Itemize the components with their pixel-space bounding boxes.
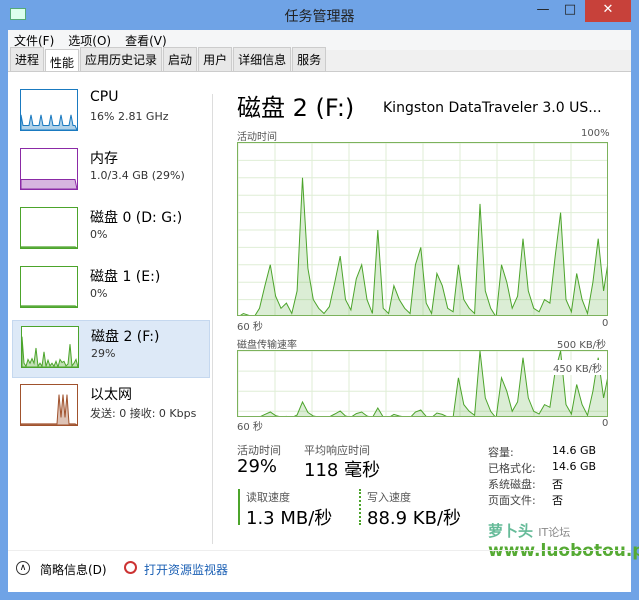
write-marker — [359, 489, 361, 525]
menu-item[interactable]: 文件(F) — [14, 32, 54, 48]
graph2-right: 0 — [602, 418, 609, 429]
tab-3[interactable]: 启动 — [163, 47, 198, 71]
prop-label: 页面文件: — [488, 494, 536, 507]
prop-value: 14.6 GB — [552, 444, 597, 457]
tab-bar: 进程 性能 应用历史记录 启动 用户 详细信息 服务 — [8, 47, 631, 72]
tab-6[interactable]: 服务 — [292, 47, 327, 71]
graph1-left: 60 秒 — [237, 322, 263, 333]
chevron-up-icon[interactable]: ∧ — [16, 561, 30, 575]
close-button[interactable]: ✕ — [585, 0, 631, 22]
client-area: 文件(F) 选项(O) 查看(V) 进程 性能 应用历史记录 启动 用户 详细信息 服务 CPU… — [8, 30, 639, 592]
thumb-series — [20, 394, 79, 426]
write-label: 写入速度 — [367, 491, 411, 504]
sidebar-item-sub: 16% 2.81 GHz — [90, 110, 169, 123]
graph2-label: 磁盘传输速率 — [237, 340, 297, 351]
sidebar-item-sub: 29% — [91, 347, 116, 360]
graph1-label: 活动时间 — [237, 132, 277, 143]
open-resource-monitor-link[interactable]: 打开资源监视器 — [144, 561, 228, 578]
sidebar-item[interactable]: 磁盘 1 (E:) 0% — [12, 261, 210, 319]
sidebar-item-name: CPU — [90, 89, 119, 105]
thumb-series — [20, 246, 79, 249]
read-value: 1.3 MB/秒 — [246, 508, 333, 529]
prop-label: 已格式化: — [488, 462, 536, 475]
sidebar-item-name: 磁盘 0 (D: G:) — [90, 210, 183, 226]
activity-graph — [237, 142, 608, 316]
tab-1[interactable]: 性能 — [45, 49, 80, 71]
menu-item[interactable]: 查看(V) — [125, 32, 167, 48]
resource-monitor-icon — [124, 561, 137, 574]
sidebar-item-name: 磁盘 2 (F:) — [91, 329, 160, 345]
prop-value: 否 — [552, 478, 563, 491]
thumb-series — [20, 179, 78, 190]
thumbnail-graph — [20, 207, 79, 249]
divider — [212, 94, 213, 544]
sidebar-item-sub: 0% — [90, 228, 108, 241]
minimize-button[interactable]: — — [530, 0, 556, 22]
thumbnail-graph — [20, 266, 79, 308]
sidebar: CPU 16% 2.81 GHz 内存 1.0/3.4 GB (29%) 磁盘 0 (D… — [12, 84, 210, 438]
read-label: 读取速度 — [246, 491, 290, 504]
tab-4[interactable]: 用户 — [198, 47, 233, 71]
resp-value: 118 毫秒 — [304, 460, 381, 481]
menu-item[interactable]: 选项(O) — [68, 32, 111, 48]
sidebar-item-sub: 0% — [90, 287, 108, 300]
device-name: Kingston DataTraveler 3.0 US... — [383, 100, 602, 116]
sidebar-item-sub: 发送: 0 接收: 0 Kbps — [90, 407, 197, 420]
graph1-max: 100% — [581, 128, 610, 139]
graph1-right: 0 — [602, 318, 609, 329]
graph2-max: 500 KB/秒 — [557, 340, 607, 351]
thumbnail-graph — [20, 384, 79, 426]
maximize-button[interactable]: □ — [557, 0, 583, 22]
sidebar-item[interactable]: CPU 16% 2.81 GHz — [12, 84, 210, 142]
graph2-marker: 450 KB/秒 — [553, 360, 603, 375]
thumb-series — [21, 336, 79, 369]
sidebar-item[interactable]: 磁盘 2 (F:) 29% — [12, 320, 210, 378]
sidebar-item[interactable]: 内存 1.0/3.4 GB (29%) — [12, 143, 210, 201]
tab-2[interactable]: 应用历史记录 — [80, 47, 163, 71]
prop-value: 否 — [552, 494, 563, 507]
thumbnail-graph — [21, 326, 79, 369]
tab-5[interactable]: 详细信息 — [233, 47, 292, 71]
footer: ∧ 简略信息(D) 打开资源监视器 — [8, 550, 631, 592]
sidebar-item-name: 以太网 — [90, 387, 132, 403]
prop-value: 14.6 GB — [552, 460, 597, 473]
sidebar-item-sub: 1.0/3.4 GB (29%) — [90, 169, 185, 182]
sidebar-item-name: 内存 — [90, 151, 118, 167]
title-bar: 任务管理器 — □ ✕ — [0, 0, 639, 30]
thumb-series — [20, 114, 78, 131]
thumbnail-graph — [20, 89, 78, 131]
graph2-left: 60 秒 — [237, 422, 263, 433]
sidebar-item-name: 磁盘 1 (E:) — [90, 269, 161, 285]
prop-label: 容量: — [488, 446, 514, 459]
sidebar-item[interactable]: 磁盘 0 (D: G:) 0% — [12, 202, 210, 260]
sidebar-item[interactable]: 以太网发送: 0 接收: 0 Kbps — [12, 379, 210, 437]
thumb-series — [20, 305, 79, 308]
write-value: 88.9 KB/秒 — [367, 508, 462, 529]
read-marker — [238, 489, 240, 525]
tab-0[interactable]: 进程 — [10, 47, 45, 71]
less-details-button[interactable]: 简略信息(D) — [40, 561, 107, 578]
prop-label: 系统磁盘: — [488, 478, 536, 491]
thumbnail-graph — [20, 148, 78, 190]
page-title: 磁盘 2 (F:) — [237, 94, 355, 122]
active-value: 29% — [237, 456, 278, 477]
